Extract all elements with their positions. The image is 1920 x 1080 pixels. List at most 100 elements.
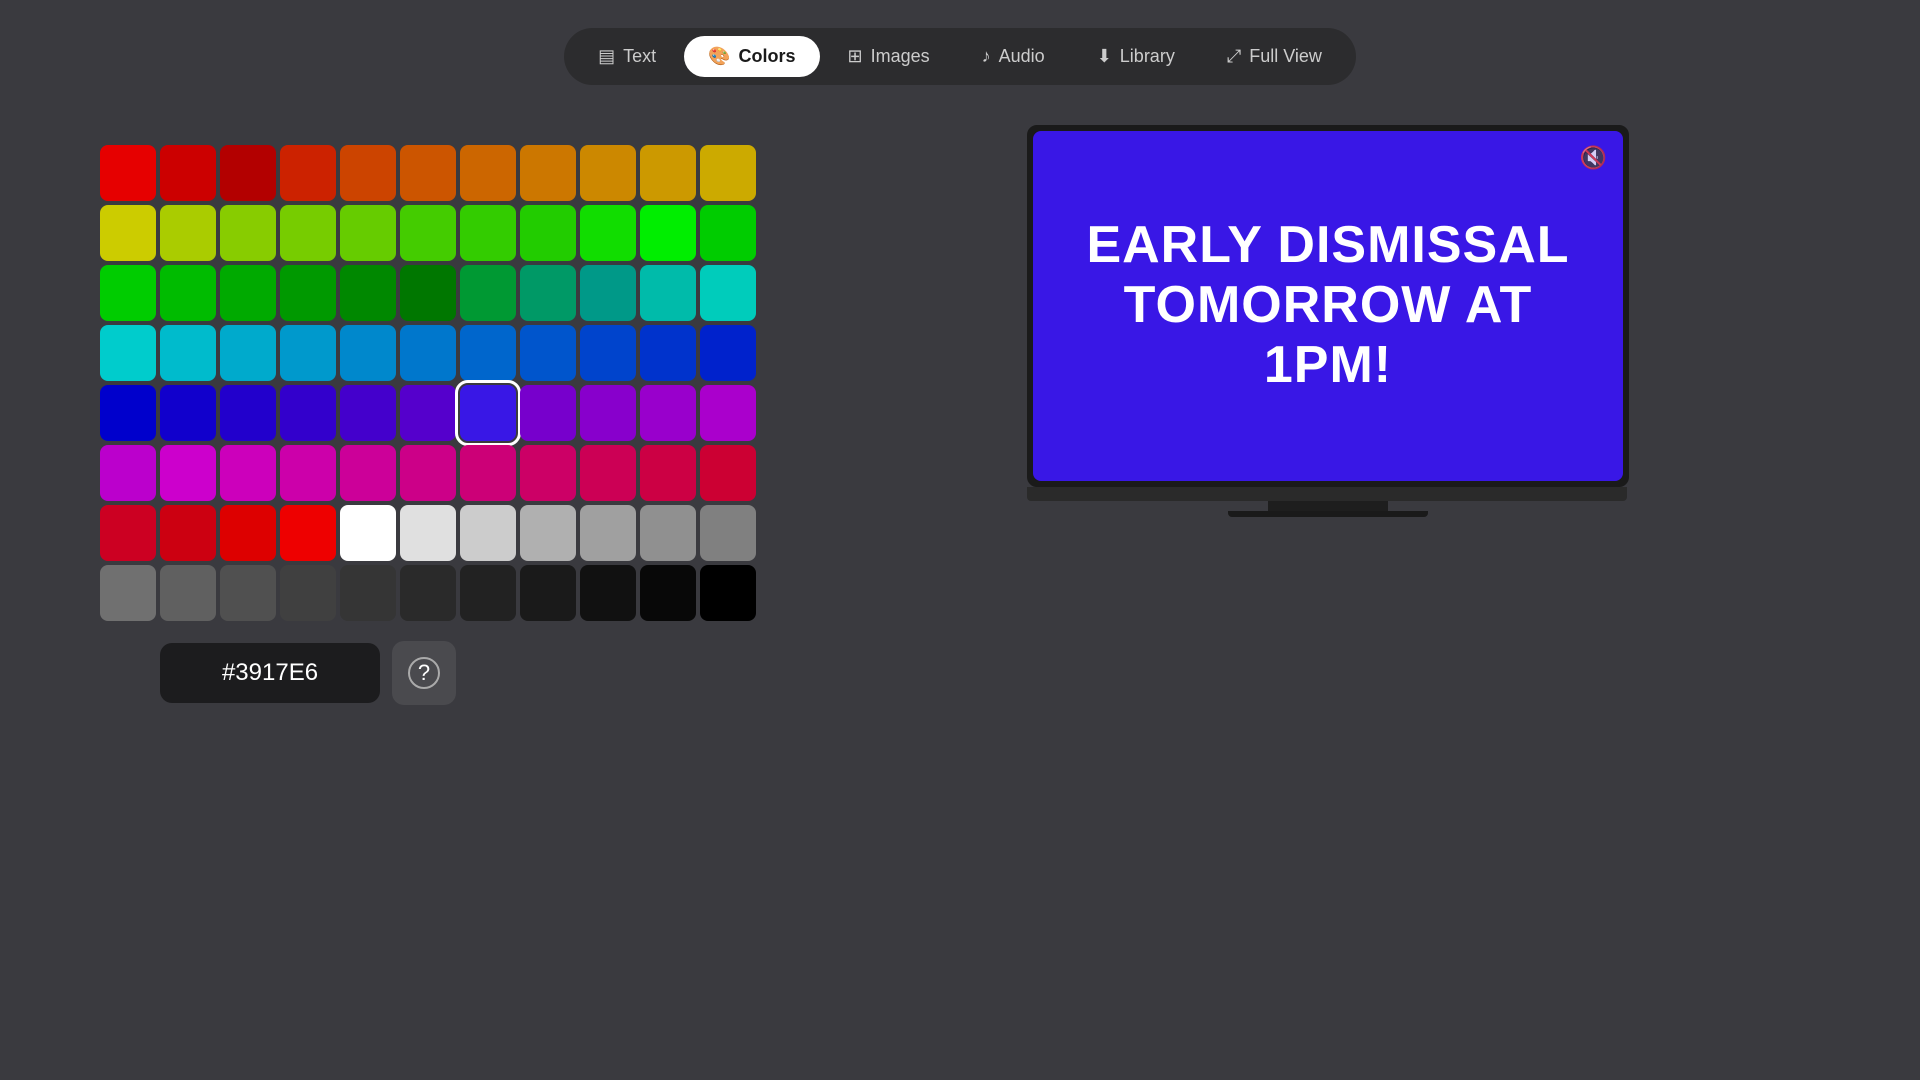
color-swatch[interactable] (460, 505, 516, 561)
color-swatch[interactable] (220, 325, 276, 381)
color-swatch[interactable] (580, 505, 636, 561)
color-swatch[interactable] (400, 565, 456, 621)
color-swatch[interactable] (160, 385, 216, 441)
color-swatch[interactable] (160, 205, 216, 261)
mute-icon[interactable]: 🔇 (1580, 145, 1607, 171)
color-swatch[interactable] (640, 505, 696, 561)
color-swatch[interactable] (520, 205, 576, 261)
color-swatch[interactable] (160, 325, 216, 381)
color-swatch[interactable] (100, 565, 156, 621)
color-swatch[interactable] (400, 325, 456, 381)
color-swatch[interactable] (460, 265, 516, 321)
color-swatch[interactable] (460, 145, 516, 201)
color-swatch[interactable] (640, 205, 696, 261)
color-swatch[interactable] (520, 565, 576, 621)
color-swatch[interactable] (700, 445, 756, 501)
color-swatch[interactable] (520, 505, 576, 561)
color-swatch[interactable] (460, 445, 516, 501)
color-swatch[interactable] (100, 265, 156, 321)
nav-item-text[interactable]: ▤ Text (574, 36, 680, 77)
color-swatch[interactable] (340, 145, 396, 201)
color-swatch[interactable] (400, 145, 456, 201)
color-swatch[interactable] (100, 325, 156, 381)
color-swatch[interactable] (640, 325, 696, 381)
color-swatch[interactable] (580, 565, 636, 621)
nav-item-audio[interactable]: ♪ Audio (958, 36, 1069, 77)
color-swatch[interactable] (520, 325, 576, 381)
color-swatch[interactable] (280, 205, 336, 261)
color-swatch[interactable] (580, 445, 636, 501)
color-swatch[interactable] (400, 205, 456, 261)
color-swatch[interactable] (700, 565, 756, 621)
color-swatch[interactable] (160, 445, 216, 501)
color-swatch[interactable] (400, 265, 456, 321)
color-swatch[interactable] (100, 505, 156, 561)
color-swatch[interactable] (160, 505, 216, 561)
color-swatch[interactable] (580, 205, 636, 261)
color-swatch[interactable] (160, 145, 216, 201)
color-swatch[interactable] (280, 445, 336, 501)
color-swatch[interactable] (700, 265, 756, 321)
color-swatch[interactable] (400, 445, 456, 501)
color-swatch[interactable] (640, 565, 696, 621)
color-swatch[interactable] (700, 385, 756, 441)
color-swatch[interactable] (580, 385, 636, 441)
color-swatch[interactable] (340, 565, 396, 621)
color-swatch[interactable] (400, 385, 456, 441)
help-icon: ? (408, 657, 440, 689)
color-swatch[interactable] (220, 205, 276, 261)
color-swatch[interactable] (340, 385, 396, 441)
top-navigation: ▤ Text 🎨 Colors ⊞ Images ♪ Audio ⬇ Libra… (564, 28, 1356, 85)
color-swatch[interactable] (280, 145, 336, 201)
color-swatch[interactable] (640, 445, 696, 501)
color-swatch[interactable] (220, 145, 276, 201)
color-swatch[interactable] (340, 505, 396, 561)
nav-item-colors[interactable]: 🎨 Colors (684, 36, 819, 77)
color-swatch[interactable] (220, 265, 276, 321)
color-swatch[interactable] (520, 145, 576, 201)
color-swatch[interactable] (580, 145, 636, 201)
color-swatch[interactable] (340, 205, 396, 261)
color-swatch[interactable] (520, 265, 576, 321)
color-swatch[interactable] (460, 205, 516, 261)
nav-item-library[interactable]: ⬇ Library (1073, 36, 1199, 77)
color-swatch[interactable] (280, 325, 336, 381)
color-swatch[interactable] (640, 265, 696, 321)
nav-item-fullview[interactable]: ⤢ Full View (1203, 36, 1346, 77)
color-swatch[interactable] (280, 265, 336, 321)
color-swatch[interactable] (520, 385, 576, 441)
color-swatch[interactable] (700, 505, 756, 561)
color-swatch[interactable] (220, 505, 276, 561)
color-swatch[interactable] (280, 505, 336, 561)
color-swatch[interactable] (520, 445, 576, 501)
tv-screen: 🔇 EARLY DISMISSAL TOMORROW AT 1PM! (1033, 131, 1623, 481)
color-swatch[interactable] (700, 325, 756, 381)
color-swatch[interactable] (640, 385, 696, 441)
color-swatch[interactable] (460, 385, 516, 441)
color-swatch[interactable] (640, 145, 696, 201)
color-swatch[interactable] (220, 445, 276, 501)
color-swatch[interactable] (460, 325, 516, 381)
color-swatch[interactable] (580, 265, 636, 321)
color-swatch[interactable] (700, 145, 756, 201)
color-swatch[interactable] (160, 565, 216, 621)
color-swatch[interactable] (340, 445, 396, 501)
color-swatch[interactable] (340, 265, 396, 321)
color-swatch[interactable] (580, 325, 636, 381)
color-swatch[interactable] (700, 205, 756, 261)
color-swatch[interactable] (100, 145, 156, 201)
color-swatch[interactable] (220, 385, 276, 441)
color-swatch[interactable] (280, 565, 336, 621)
color-swatch[interactable] (460, 565, 516, 621)
color-swatch[interactable] (160, 265, 216, 321)
color-swatch[interactable] (100, 445, 156, 501)
color-swatch[interactable] (340, 325, 396, 381)
color-swatch[interactable] (220, 565, 276, 621)
help-button[interactable]: ? (392, 641, 456, 705)
hex-input[interactable] (160, 643, 380, 703)
color-swatch[interactable] (400, 505, 456, 561)
color-swatch[interactable] (100, 205, 156, 261)
nav-item-images[interactable]: ⊞ Images (824, 36, 954, 77)
color-swatch[interactable] (280, 385, 336, 441)
color-swatch[interactable] (100, 385, 156, 441)
